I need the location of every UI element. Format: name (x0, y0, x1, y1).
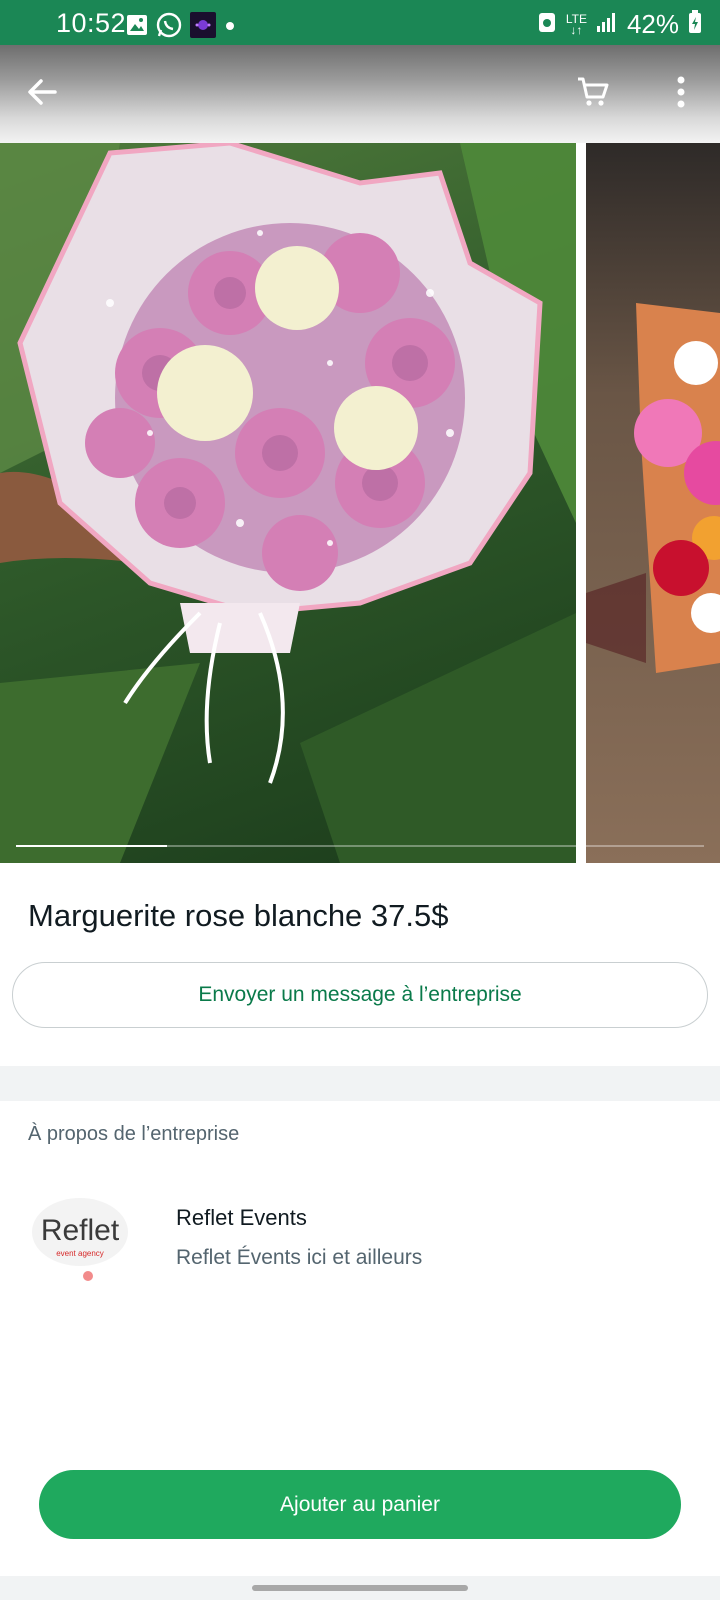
status-right-icons: LTE ↓↑ 42% (537, 9, 702, 40)
message-business-label: Envoyer un message à l’entreprise (198, 983, 522, 1006)
app-icon (190, 12, 216, 43)
carousel-progress-fill (16, 845, 168, 847)
gallery-icon (126, 14, 148, 41)
logo-subtext: event agency (56, 1249, 104, 1258)
status-left-icons (126, 12, 236, 43)
more-options-button[interactable] (654, 67, 708, 121)
dot-icon (224, 19, 236, 37)
product-title: Marguerite rose blanche 37.5$ (28, 898, 449, 933)
more-vert-icon (676, 76, 686, 113)
gesture-handle[interactable] (252, 1585, 468, 1591)
add-to-cart-button[interactable]: Ajouter au panier (39, 1470, 681, 1539)
app-bar (0, 45, 720, 143)
battery-percent: 42% (626, 9, 679, 39)
back-button[interactable] (15, 67, 69, 121)
product-image-carousel[interactable] (0, 143, 720, 863)
logo-text: Reflet (41, 1214, 120, 1247)
message-business-button[interactable]: Envoyer un message à l’entreprise (12, 962, 708, 1028)
battery-icon (688, 10, 702, 39)
signal-icon (596, 11, 618, 38)
cart-button[interactable] (566, 67, 620, 121)
lte-icon: LTE ↓↑ (565, 11, 587, 37)
product-image-next[interactable] (586, 143, 720, 863)
business-description: Reflet Évents ici et ailleurs (176, 1246, 423, 1269)
back-arrow-icon (25, 75, 59, 114)
business-logo[interactable]: Reflet event agency (28, 1190, 132, 1294)
business-name[interactable]: Reflet Events (176, 1205, 307, 1231)
whatsapp-icon (156, 12, 182, 43)
add-to-cart-label: Ajouter au panier (280, 1492, 440, 1516)
carousel-progress-track (16, 845, 704, 847)
status-time: 10:52 (56, 8, 127, 38)
alarm-icon (537, 10, 557, 39)
product-image-main[interactable] (0, 143, 576, 863)
section-divider (0, 1066, 720, 1101)
cart-icon (576, 75, 610, 114)
about-business-heading: À propos de l’entreprise (28, 1123, 240, 1145)
status-bar: 10:52 LTE ↓↑ 42% (0, 0, 720, 45)
